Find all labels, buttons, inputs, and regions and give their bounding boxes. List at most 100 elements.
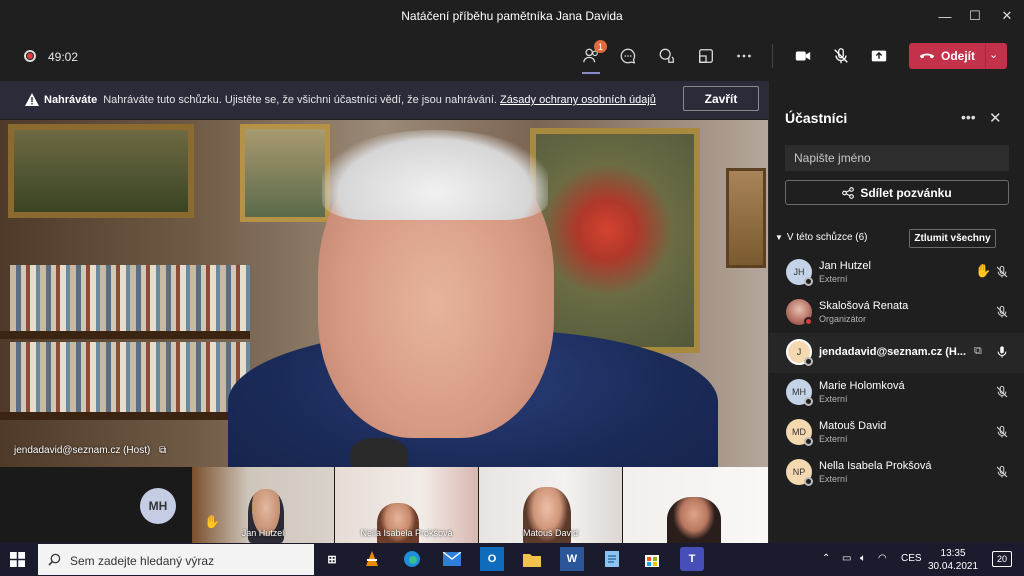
mute-all-button[interactable]: Ztlumit všechny bbox=[909, 229, 996, 248]
clock-time: 13:35 bbox=[940, 548, 966, 559]
section-header[interactable]: ▼ V této schůzce (6) bbox=[775, 232, 868, 243]
participant-video bbox=[667, 497, 721, 543]
participant-row[interactable]: Skalošová Renata Organizátor bbox=[769, 293, 1024, 333]
microphone-icon[interactable] bbox=[995, 345, 1009, 359]
store-icon[interactable] bbox=[640, 547, 664, 571]
close-icon[interactable]: ✕ bbox=[989, 109, 1002, 127]
screen-share-icon: ⧉ bbox=[974, 345, 982, 357]
leave-label: Odejít bbox=[941, 49, 976, 63]
windows-start-icon[interactable] bbox=[10, 552, 25, 567]
taskbar-search-placeholder: Sem zadejte hledaný výraz bbox=[70, 554, 215, 568]
share-invite-button[interactable]: Sdílet pozvánku bbox=[785, 180, 1009, 205]
more-icon[interactable]: ••• bbox=[961, 109, 976, 125]
leave-button[interactable]: Odejít ⌄ bbox=[909, 43, 1007, 69]
speaker-hair bbox=[322, 130, 548, 220]
camera-icon bbox=[795, 51, 811, 61]
edge-icon[interactable] bbox=[400, 547, 424, 571]
minimize-button[interactable]: — bbox=[928, 0, 962, 32]
participant-row[interactable]: JH Jan Hutzel Externí ✋ bbox=[769, 253, 1024, 293]
taskbar-clock[interactable]: 13:35 30.04.2021 bbox=[928, 547, 978, 573]
video-tile[interactable]: Nella Isabela Prokšová bbox=[335, 467, 478, 543]
chevron-up-icon[interactable]: ⌃ bbox=[822, 553, 830, 564]
file-explorer-icon[interactable] bbox=[520, 547, 544, 571]
participant-name: Nella Isabela Prokšová bbox=[819, 460, 932, 472]
close-banner-button[interactable]: Zavřít bbox=[683, 86, 759, 111]
participant-role: Externí bbox=[819, 474, 848, 484]
video-tile[interactable] bbox=[623, 467, 768, 543]
close-window-button[interactable]: ✕ bbox=[990, 0, 1024, 32]
active-indicator bbox=[582, 72, 600, 74]
microphone-off-icon[interactable] bbox=[995, 385, 1009, 399]
painting bbox=[8, 124, 194, 218]
rooms-icon bbox=[699, 49, 713, 63]
status-icon bbox=[804, 477, 813, 486]
more-actions-button[interactable] bbox=[729, 42, 759, 70]
taskbar-search-box[interactable]: Sem zadejte hledaný výraz bbox=[38, 544, 314, 575]
clock-date: 30.04.2021 bbox=[928, 561, 979, 572]
notepad-icon[interactable] bbox=[600, 547, 624, 571]
participant-name: Skalošová Renata bbox=[819, 300, 909, 312]
status-icon bbox=[804, 437, 813, 446]
participant-search-input[interactable] bbox=[785, 145, 1009, 171]
participants-button[interactable]: 1 bbox=[576, 40, 607, 74]
participant-row[interactable]: NP Nella Isabela Prokšová Externí bbox=[769, 453, 1024, 493]
reactions-button[interactable] bbox=[652, 42, 682, 70]
flower-painting bbox=[530, 128, 700, 353]
raised-hand-icon: ✋ bbox=[975, 263, 992, 278]
banner-text: Nahráváte Nahráváte tuto schůzku. Ujistět… bbox=[44, 94, 656, 106]
title-bar: Natáčení příběhu pamětníka Jana Davida —… bbox=[0, 0, 1024, 32]
participant-name: Marie Holomková bbox=[819, 380, 905, 392]
participant-role: Externí bbox=[819, 274, 848, 284]
wifi-icon[interactable]: ◠ bbox=[878, 553, 887, 564]
outlook-icon[interactable]: O bbox=[480, 547, 504, 571]
participants-panel: Účastníci ••• ✕ Sdílet pozvánku ▼V této … bbox=[768, 81, 1024, 543]
microphone-off-icon[interactable] bbox=[995, 305, 1009, 319]
panel-title: Účastníci bbox=[785, 110, 848, 126]
microphone-off-icon[interactable] bbox=[995, 265, 1009, 279]
screen-share-icon: ⧉ bbox=[159, 445, 167, 456]
status-icon bbox=[804, 277, 813, 286]
toolbar-divider bbox=[772, 44, 773, 68]
avatar[interactable]: MH bbox=[140, 488, 176, 524]
participant-row[interactable]: MD Matouš David Externí bbox=[769, 413, 1024, 453]
warning-icon bbox=[25, 93, 39, 106]
battery-icon[interactable]: ▭ bbox=[842, 553, 851, 564]
privacy-link[interactable]: Zásady ochrany osobních údajů bbox=[500, 94, 656, 106]
volume-icon[interactable]: 🔈︎ bbox=[860, 553, 866, 564]
video-tile[interactable]: Matouš David bbox=[479, 467, 622, 543]
microphone-button[interactable] bbox=[826, 42, 856, 70]
participant-role: Externí bbox=[819, 434, 848, 444]
microphone-off-icon[interactable] bbox=[995, 465, 1009, 479]
tile-label: Matouš David bbox=[522, 528, 579, 538]
shelf bbox=[0, 412, 250, 420]
video-tile[interactable]: Jan Hutzel bbox=[192, 467, 334, 543]
recording-banner: Nahráváte Nahráváte tuto schůzku. Ujistět… bbox=[0, 81, 768, 119]
chevron-down-icon[interactable]: ⌄ bbox=[989, 48, 998, 61]
chat-icon bbox=[620, 48, 636, 64]
participant-row[interactable]: MH Marie Holomková Externí bbox=[769, 373, 1024, 413]
mail-icon[interactable] bbox=[440, 547, 464, 571]
word-icon[interactable]: W bbox=[560, 547, 584, 571]
notification-center-icon[interactable]: 20 bbox=[992, 551, 1012, 567]
vlc-icon[interactable] bbox=[360, 547, 384, 571]
status-icon bbox=[804, 317, 813, 326]
chevron-down-icon: ▼ bbox=[775, 233, 783, 242]
teams-icon[interactable]: T bbox=[680, 547, 704, 571]
task-view-icon[interactable]: ⊞ bbox=[320, 547, 344, 571]
input-language[interactable]: CES bbox=[901, 553, 922, 564]
status-icon bbox=[804, 357, 813, 366]
participant-name: jendadavid@seznam.cz (H... bbox=[819, 346, 967, 358]
section-label: V této schůzce (6) bbox=[786, 232, 868, 243]
participant-row[interactable]: J jendadavid@seznam.cz (H... ⧉ bbox=[769, 333, 1024, 373]
share-screen-button[interactable] bbox=[864, 42, 894, 70]
maximize-button[interactable]: ☐ bbox=[958, 0, 992, 32]
camera-button[interactable] bbox=[788, 42, 818, 70]
chat-button[interactable] bbox=[613, 42, 643, 70]
microphone-off-icon[interactable] bbox=[995, 425, 1009, 439]
microphone-off-icon bbox=[834, 48, 848, 64]
meeting-toolbar: 49:02 1 bbox=[0, 32, 1024, 80]
banner-message: Nahráváte tuto schůzku. Ujistěte se, že … bbox=[103, 94, 497, 106]
rooms-button[interactable] bbox=[691, 42, 721, 70]
share-icon bbox=[842, 186, 855, 199]
participant-role: Externí bbox=[819, 394, 848, 404]
